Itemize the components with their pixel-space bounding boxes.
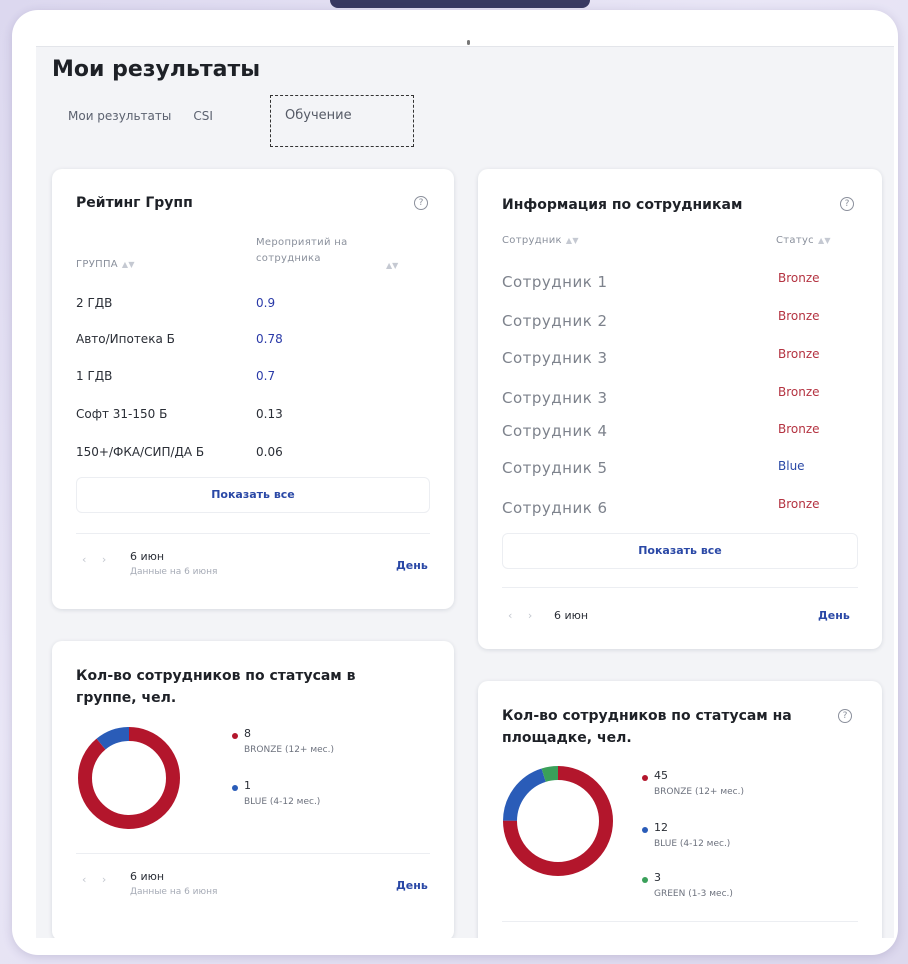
divider <box>502 587 858 588</box>
legend-label: GREEN (1-3 мес.) <box>654 889 733 899</box>
page-title: Мои результаты <box>52 57 261 82</box>
events-value: 0.78 <box>256 332 283 346</box>
site-status-title: Кол-во сотрудников по статусам на площад… <box>502 708 792 746</box>
period-selector[interactable]: День <box>818 609 850 622</box>
status-badge: Bronze <box>778 271 820 285</box>
show-all-button[interactable]: Показать все <box>502 533 858 569</box>
tab-csi[interactable]: CSI <box>193 109 213 123</box>
app-screen: Мои результаты Мои результаты CSI Обучен… <box>36 46 894 938</box>
table-row: 1 ГДВ <box>76 369 113 383</box>
group-rating-title: Рейтинг Групп <box>76 195 193 211</box>
legend-value: 12 <box>654 821 668 834</box>
tab-bar: Мои результаты CSI <box>68 109 235 123</box>
help-icon[interactable]: ? <box>414 196 428 210</box>
status-badge: Bronze <box>778 422 820 436</box>
legend-dot-bronze <box>642 775 648 781</box>
status-badge: Bronze <box>778 309 820 323</box>
footer-date-note: Данные на 6 июня <box>130 567 218 577</box>
camera-dot <box>467 40 470 45</box>
show-all-button[interactable]: Показать все <box>76 477 430 513</box>
table-row: 2 ГДВ <box>76 296 113 310</box>
column-header-events[interactable]: Мероприятий на сотрудника <box>256 235 406 267</box>
tab-training[interactable]: Обучение <box>270 95 414 147</box>
employee-name[interactable]: Сотрудник 2 <box>502 312 608 330</box>
sort-icon: ▲▼ <box>817 235 831 245</box>
legend-dot-green <box>642 877 648 883</box>
employee-name[interactable]: Сотрудник 6 <box>502 499 608 517</box>
footer-date: 6 июн <box>130 870 165 883</box>
legend-label: BRONZE (12+ мес.) <box>244 745 334 755</box>
date-nav-arrows[interactable]: ‹ › <box>82 873 112 886</box>
legend-value: 8 <box>244 727 251 740</box>
employees-card: Информация по сотрудникам ? Сотрудник ▲▼ … <box>478 169 882 649</box>
group-status-card: Кол-во сотрудников по статусам в группе,… <box>52 641 454 938</box>
period-selector[interactable]: День <box>396 559 428 572</box>
legend-label: BLUE (4-12 мес.) <box>654 839 731 849</box>
window-top-strip <box>330 0 590 8</box>
table-row: Софт 31-150 Б <box>76 407 168 421</box>
sort-icon[interactable]: ▲▼ <box>386 261 398 270</box>
events-value: 0.13 <box>256 407 283 421</box>
legend-label: BRONZE (12+ мес.) <box>654 787 744 797</box>
status-badge: Bronze <box>778 385 820 399</box>
divider <box>76 853 430 854</box>
employees-title: Информация по сотрудникам <box>502 197 743 213</box>
divider <box>502 921 858 922</box>
legend-label: BLUE (4-12 мес.) <box>244 797 321 807</box>
table-row: 150+/ФКА/СИП/ДА Б <box>76 445 205 459</box>
group-status-title: Кол-во сотрудников по статусам в группе,… <box>76 668 356 706</box>
footer-date-note: Данные на 6 июня <box>130 887 218 897</box>
column-header-group[interactable]: ГРУППА ▲▼ <box>76 259 135 270</box>
legend-dot-bronze <box>232 733 238 739</box>
group-rating-card: Рейтинг Групп ? ГРУППА ▲▼ Мероприятий на … <box>52 169 454 609</box>
events-value: 0.06 <box>256 445 283 459</box>
divider <box>76 533 430 534</box>
sort-icon: ▲▼ <box>565 235 579 245</box>
legend-dot-blue <box>642 827 648 833</box>
events-value: 0.9 <box>256 296 276 310</box>
table-row: Авто/Ипотека Б <box>76 332 175 346</box>
employee-name[interactable]: Сотрудник 5 <box>502 459 608 477</box>
events-value: 0.7 <box>256 369 276 383</box>
status-badge: Blue <box>778 459 805 473</box>
status-badge: Bronze <box>778 497 820 511</box>
legend-value: 45 <box>654 769 668 782</box>
legend-value: 3 <box>654 871 661 884</box>
status-badge: Bronze <box>778 347 820 361</box>
employee-name[interactable]: Сотрудник 4 <box>502 422 608 440</box>
help-icon[interactable]: ? <box>838 709 852 723</box>
period-selector[interactable]: День <box>396 879 428 892</box>
help-icon[interactable]: ? <box>840 197 854 211</box>
site-status-donut <box>503 766 613 876</box>
column-header-status[interactable]: Статус ▲▼ <box>776 235 831 246</box>
employee-name[interactable]: Сотрудник 3 <box>502 349 608 367</box>
footer-date: 6 июн <box>130 550 165 563</box>
group-status-donut <box>78 727 180 829</box>
site-status-card: Кол-во сотрудников по статусам на площад… <box>478 681 882 938</box>
legend-dot-blue <box>232 785 238 791</box>
legend-value: 1 <box>244 779 251 792</box>
employee-name[interactable]: Сотрудник 1 <box>502 273 608 291</box>
employee-name[interactable]: Сотрудник 3 <box>502 389 608 407</box>
sort-icon: ▲▼ <box>121 259 135 269</box>
date-nav-arrows[interactable]: ‹ › <box>508 609 538 622</box>
tab-my-results[interactable]: Мои результаты <box>68 109 171 123</box>
date-nav-arrows[interactable]: ‹ › <box>82 553 112 566</box>
column-header-employee[interactable]: Сотрудник ▲▼ <box>502 235 579 246</box>
donut-segment-bronze <box>78 727 180 829</box>
footer-date: 6 июн <box>554 609 589 622</box>
